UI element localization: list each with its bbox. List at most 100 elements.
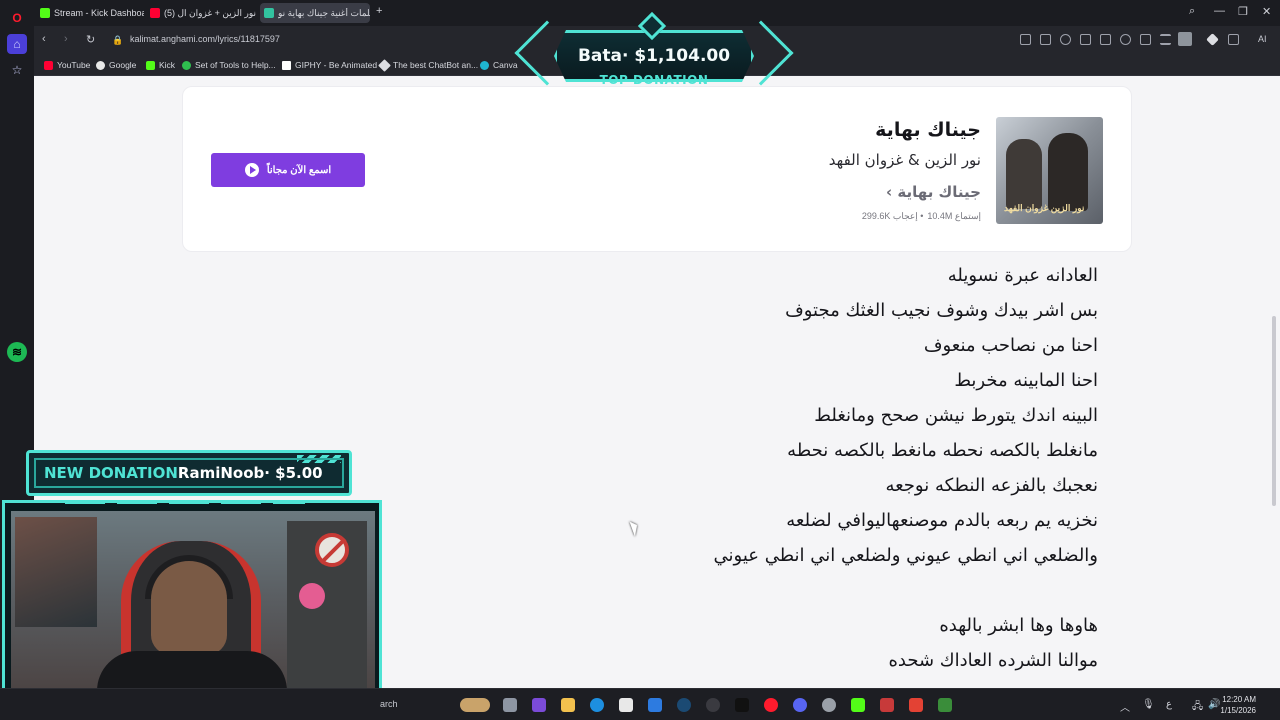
bookmark-label: Set of Tools to Help... — [195, 60, 276, 70]
song-stats: إستماع 10.4M • إعجاب 299.6K — [862, 211, 981, 222]
cube-icon[interactable] — [1228, 34, 1239, 45]
lyric-line: موالنا الشرده العاداك شحده — [888, 650, 1098, 671]
copilot-icon[interactable] — [532, 698, 546, 712]
opera-icon[interactable] — [764, 698, 778, 712]
language-indicator[interactable]: ع — [1166, 699, 1172, 710]
tray-chevron-icon[interactable]: ︿ — [1120, 699, 1130, 714]
url-field[interactable]: kalimat.anghami.com/lyrics/11817597 — [130, 34, 280, 44]
profile-avatar[interactable] — [1178, 32, 1192, 46]
shield-icon[interactable] — [1060, 34, 1071, 45]
play-icon[interactable] — [1100, 34, 1111, 45]
tiktok-icon[interactable] — [735, 698, 749, 712]
bookmark-kick[interactable]: Kick — [146, 60, 175, 70]
lyric-line: العادانه عبرة نسويله — [947, 265, 1098, 286]
close-icon[interactable]: ✕ — [1262, 5, 1271, 18]
bookmark-giphy[interactable]: GIPHY - Be Animated — [282, 60, 377, 70]
plays-count: إستماع 10.4M — [927, 211, 981, 221]
top-donation-label: TOP DONATION — [599, 73, 709, 87]
album-link[interactable]: جيناك بهاية › — [886, 183, 981, 201]
song-title: جيناك بهاية — [875, 119, 981, 141]
taskbar-search[interactable]: arch — [380, 699, 398, 709]
lyric-line — [398, 579, 1098, 614]
task-view-icon[interactable] — [503, 698, 517, 712]
bookmark-youtube[interactable]: YouTube — [44, 60, 90, 70]
bookmark-tools[interactable]: Set of Tools to Help... — [182, 60, 276, 70]
file-explorer-icon[interactable] — [561, 698, 575, 712]
tab-anghami-lyrics[interactable]: كلمات أغنية جيناك بهاية نو — [260, 3, 370, 23]
discord-icon[interactable] — [793, 698, 807, 712]
obs-icon[interactable] — [822, 698, 836, 712]
steam-icon[interactable] — [677, 698, 691, 712]
tf-icon[interactable] — [909, 698, 923, 712]
canva-icon — [480, 60, 489, 70]
home-icon[interactable]: ⌂ — [7, 34, 27, 54]
maximize-icon[interactable]: ❐ — [1238, 5, 1248, 18]
extension-icon[interactable] — [1206, 33, 1219, 46]
lyric-line: مانغلط بالكصه نحطه مانغط بالكصه نحطه — [787, 440, 1098, 461]
webcam-feed — [11, 511, 375, 701]
minimize-icon[interactable]: — — [1214, 5, 1225, 17]
heart-icon[interactable] — [1120, 34, 1131, 45]
lyric-line: نخزيه يم ربعه بالدم موصنعهاليوافي لضلعه — [786, 510, 1098, 531]
microphone-icon[interactable]: 🎙 — [1142, 699, 1155, 710]
streamlabs-icon[interactable] — [938, 698, 952, 712]
page-scrollbar[interactable] — [1272, 316, 1276, 506]
outlook-icon[interactable] — [648, 698, 662, 712]
chatbot-icon — [378, 58, 391, 72]
bookmark-label: Canva — [493, 60, 518, 70]
kick-app-icon[interactable] — [851, 698, 865, 712]
bookmark-canva[interactable]: Canva — [480, 60, 518, 70]
listen-button-label: اسمع الآن مجاناً — [266, 164, 332, 176]
lyric-line: نعجبك بالفزعه النطكه نوجعه — [885, 475, 1098, 496]
wall-poster — [15, 517, 97, 627]
new-donation-message: RamiNoob· $5.00 — [177, 464, 323, 482]
clock-time: 12:20 AM — [1222, 695, 1256, 704]
forward-icon[interactable]: › — [64, 33, 68, 45]
download-icon[interactable] — [1140, 34, 1151, 45]
menu-icon[interactable] — [1160, 34, 1171, 45]
flower-decoration — [299, 583, 325, 609]
ai-label[interactable]: AI — [1258, 34, 1267, 44]
bookmark-chatbot[interactable]: The best ChatBot an... — [378, 58, 479, 72]
top-donation-amount: Bata· $1,104.00 — [577, 46, 731, 66]
listen-now-button[interactable]: اسمع الآن مجاناً — [211, 153, 365, 187]
4k-icon[interactable] — [706, 698, 720, 712]
cover-figure — [1006, 139, 1042, 209]
app-icon[interactable] — [880, 698, 894, 712]
lyric-line: هاوها وها ابشر بالهده — [939, 615, 1098, 636]
new-donation-label: NEW DONATION — [44, 464, 178, 482]
edge-icon[interactable] — [590, 698, 604, 712]
bookmarks-star-icon[interactable]: ☆ — [7, 60, 27, 80]
bookmark-google[interactable]: Google — [96, 60, 136, 70]
google-icon — [96, 60, 105, 70]
search-tabs-icon[interactable]: ⌕ — [1189, 5, 1195, 18]
tab-youtube-video[interactable]: (5) نور الزين + غزوان ال — [146, 3, 258, 23]
volume-icon[interactable]: 🔊 — [1208, 699, 1220, 710]
windows-taskbar: arch ︿ 🎙 ع 🖧 🔊 12:20 AM 1/15/2026 — [0, 688, 1280, 720]
opera-logo-icon[interactable]: O — [7, 8, 27, 28]
bookmark-label: Kick — [159, 60, 176, 70]
box-icon[interactable] — [1080, 34, 1091, 45]
bookmark-label: The best ChatBot an... — [393, 60, 479, 70]
kick-icon — [146, 60, 155, 70]
camera-icon[interactable] — [1040, 34, 1051, 45]
edit-icon[interactable] — [1020, 34, 1031, 45]
tab-label: Stream - Kick Dashboard — [54, 8, 144, 18]
back-icon[interactable]: ‹ — [42, 33, 46, 45]
album-cover[interactable]: نور الزين غزوان الفهد — [996, 117, 1103, 224]
song-artists[interactable]: نور الزين & غزوان الفهد — [829, 151, 981, 169]
taskbar-clock[interactable]: 12:20 AM 1/15/2026 — [1220, 694, 1256, 716]
spotify-icon[interactable]: ≋ — [7, 342, 27, 362]
store-icon[interactable] — [619, 698, 633, 712]
tools-icon — [182, 60, 191, 70]
reload-icon[interactable]: ↻ — [86, 33, 95, 46]
youtube-icon — [44, 60, 53, 70]
new-tab-plus-icon[interactable]: + — [376, 5, 382, 17]
tab-kick-dashboard[interactable]: Stream - Kick Dashboard — [36, 3, 144, 23]
screen: O ⌂ ☆ ≋ Stream - Kick Dashboard (5) نور … — [0, 0, 1280, 720]
new-donation-inner: NEW DONATION RamiNoob· $5.00 — [34, 458, 344, 488]
network-icon[interactable]: 🖧 — [1192, 699, 1203, 716]
search-highlight-icon[interactable] — [460, 698, 490, 712]
no-smoking-sign-icon — [315, 533, 349, 567]
play-circle-icon — [244, 163, 259, 177]
